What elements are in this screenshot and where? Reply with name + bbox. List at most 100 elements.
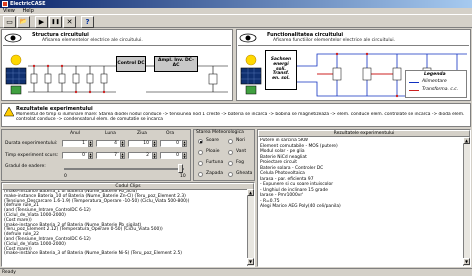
- duration-hour-spinner[interactable]: ▲ ▼: [182, 140, 187, 147]
- solar-panel-icon: [240, 54, 262, 95]
- clips-code-list[interactable]: Codul Clips (make-instance Bateria_1 of …: [1, 182, 255, 267]
- legend-item-1: Alimentare: [422, 79, 447, 84]
- list-item: Alegi Marice AEG Poly(40 celi/panila): [260, 204, 341, 209]
- function-subtitle: Afisarea functiilor elementelor electric…: [273, 38, 396, 43]
- weather-ice-label: Gheata: [236, 171, 253, 176]
- duration-day-field[interactable]: 10: [128, 140, 152, 147]
- step-month-field[interactable]: 7: [96, 152, 120, 159]
- eye-icon: [4, 33, 22, 43]
- scroll-up-button[interactable]: ▲: [463, 137, 470, 144]
- new-button[interactable]: ▭: [3, 16, 16, 28]
- step-year-spinner[interactable]: ▲ ▼: [88, 152, 93, 159]
- legend-item-2: Transforma. c.c.: [422, 87, 459, 92]
- weather-storm-radio[interactable]: [198, 161, 203, 166]
- step-hour-field[interactable]: 0: [160, 152, 182, 159]
- weather-snow-label: Zapada: [206, 171, 224, 176]
- exp-results-lines: Putere in sarcina 5KW Element comutabile …: [260, 138, 460, 266]
- pause-button[interactable]: ❚❚: [49, 16, 62, 28]
- solar-panel-icon: [5, 54, 27, 95]
- source-block[interactable]: Sachsen energi soli. Transf. en. sol.: [265, 50, 297, 90]
- eye-icon: [239, 33, 257, 43]
- gradient-label: Gradul de eadere:: [5, 164, 46, 169]
- play-button[interactable]: ▶: [35, 16, 48, 28]
- weather-clouds-label: Nori: [236, 138, 246, 143]
- col-header-year: Anul: [70, 131, 81, 136]
- weather-snow-radio[interactable]: [198, 172, 203, 177]
- duration-day-spinner[interactable]: ▲ ▼: [152, 140, 157, 147]
- weather-fog-radio[interactable]: [228, 161, 233, 166]
- weather-wind-radio[interactable]: [228, 150, 233, 155]
- weather-sun-radio[interactable]: [198, 139, 203, 144]
- divider: [3, 45, 231, 46]
- duration-label: Durata experimentului:: [5, 141, 58, 146]
- app-icon: [2, 1, 8, 7]
- col-header-month: Luna: [105, 131, 116, 136]
- status-text: Ready: [2, 270, 16, 275]
- duration-month-field[interactable]: 4: [96, 140, 120, 147]
- structure-panel: Structura circuitului Afisarea elementel…: [1, 29, 233, 101]
- duration-hour-field[interactable]: 0: [160, 140, 182, 147]
- toolbar: ▭ 📂 ▶ ❚❚ ✕ ?: [0, 14, 472, 28]
- scroll-up-button[interactable]: ▲: [247, 189, 254, 196]
- gradient-max: 10: [180, 174, 186, 179]
- gradient-slider-thumb[interactable]: [178, 164, 183, 173]
- control-dc-block[interactable]: Control DC: [116, 56, 146, 72]
- title-bar: ElectricCASE: [0, 0, 472, 8]
- app-window: ElectricCASE View Help ▭ 📂 ▶ ❚❚ ✕ ? Stru…: [0, 0, 472, 276]
- stop-button[interactable]: ✕: [63, 16, 76, 28]
- help-button[interactable]: ?: [81, 16, 94, 28]
- weather-group: Starea Meteorologica Soare Nori Ploaie V…: [193, 129, 255, 181]
- weather-rain-label: Ploaie: [206, 149, 220, 154]
- inverter-block[interactable]: Ampl. Inv. DC-AC: [154, 56, 198, 72]
- open-button[interactable]: 📂: [17, 16, 30, 28]
- weather-ice-radio[interactable]: [228, 172, 233, 177]
- weather-fog-label: Fog: [236, 160, 245, 165]
- experiment-params: Anul Luna Ziua Ora Durata experimentului…: [1, 129, 191, 181]
- clips-code-scrollbar[interactable]: ▲ ▼: [247, 189, 254, 266]
- new-icon: ▭: [6, 17, 13, 26]
- status-bar: Ready: [0, 268, 472, 276]
- duration-year-spinner[interactable]: ▲ ▼: [88, 140, 93, 147]
- col-header-hour: Ora: [166, 131, 175, 136]
- exp-results-scrollbar[interactable]: ▲ ▼: [463, 137, 470, 266]
- results-banner: Rezultatele experimentului Momentul de t…: [1, 103, 471, 127]
- weather-sun-label: Soare: [206, 138, 219, 143]
- step-day-field[interactable]: 2: [128, 152, 152, 159]
- scroll-down-button[interactable]: ▼: [247, 258, 254, 265]
- duration-year-field[interactable]: 1: [62, 140, 88, 147]
- app-title: ElectricCASE: [10, 1, 46, 7]
- step-day-spinner[interactable]: ▲ ▼: [152, 152, 157, 159]
- scroll-down-button[interactable]: ▼: [463, 258, 470, 265]
- close-icon: ✕: [66, 17, 73, 26]
- legend-swatch-blue: [409, 82, 419, 83]
- weather-rain-radio[interactable]: [198, 150, 203, 155]
- step-month-spinner[interactable]: ▲ ▼: [120, 152, 125, 159]
- exp-results-header: Rezultatele experimentului: [258, 130, 470, 137]
- gradient-slider-track[interactable]: [64, 168, 184, 170]
- legend-box: Legenda Alimentare Transforma. c.c.: [405, 70, 467, 98]
- exp-results-list[interactable]: Rezultatele experimentului Putere in sar…: [257, 129, 471, 267]
- clips-code-header: Codul Clips: [2, 183, 254, 190]
- col-header-day: Ziua: [137, 131, 147, 136]
- weather-storm-label: Furtuna: [206, 160, 224, 165]
- play-icon: ▶: [38, 17, 45, 26]
- help-icon: ?: [85, 17, 90, 26]
- step-year-field[interactable]: 0: [62, 152, 88, 159]
- function-panel: Functionalitatea circuitului Afisarea fu…: [236, 29, 471, 101]
- pause-icon: ❚❚: [51, 18, 60, 25]
- weather-clouds-radio[interactable]: [228, 139, 233, 144]
- folder-icon: 📂: [19, 18, 28, 25]
- code-line: (make-instance Bateria_3 of Bateria (Num…: [4, 251, 182, 257]
- legend-swatch-red: [409, 90, 419, 91]
- step-hour-spinner[interactable]: ▲ ▼: [182, 152, 187, 159]
- duration-month-spinner[interactable]: ▲ ▼: [120, 140, 125, 147]
- legend-title: Legenda: [424, 72, 446, 77]
- step-label: Timp experiment scurs:: [5, 153, 59, 158]
- weather-wind-label: Vant: [236, 149, 247, 154]
- results-text: Momentul de timp si iluminare mare: Star…: [16, 112, 465, 122]
- warning-icon: [4, 107, 14, 117]
- weather-title: Starea Meteorologica: [196, 130, 244, 135]
- clips-code-lines: (make-instance Bateria_1 of Bateria (Num…: [4, 190, 246, 267]
- structure-subtitle: Afisarea elementelor electrice ale circu…: [42, 38, 143, 43]
- gradient-min: 0: [64, 174, 67, 179]
